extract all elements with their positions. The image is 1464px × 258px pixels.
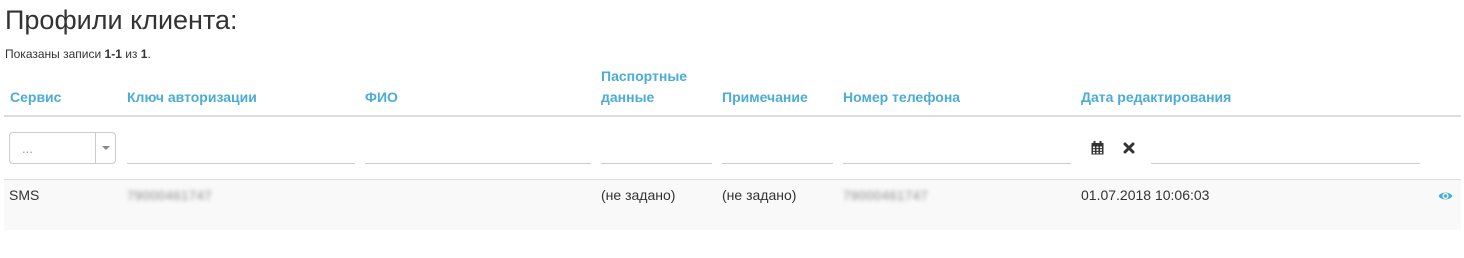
sort-auth-key-link[interactable]: Ключ авторизации xyxy=(127,89,257,105)
auth-key-filter-input[interactable] xyxy=(127,137,355,164)
auth-key-value: 79000461747 xyxy=(127,187,213,203)
service-filter-value: ... xyxy=(22,140,33,156)
clear-icon[interactable] xyxy=(1113,135,1145,161)
sort-passport-link[interactable]: Паспортные данные xyxy=(601,68,687,105)
sort-edited-link[interactable]: Дата редактирования xyxy=(1081,89,1231,105)
fio-filter-input[interactable] xyxy=(365,137,591,164)
summary-range: 1-1 xyxy=(104,47,122,61)
edited-date-filter-input[interactable] xyxy=(1151,137,1420,164)
calendar-icon[interactable] xyxy=(1081,135,1113,161)
filter-row: ... xyxy=(4,116,1461,179)
sort-fio-link[interactable]: ФИО xyxy=(365,89,398,105)
header-edited[interactable]: Дата редактирования xyxy=(1076,66,1425,117)
filter-auth-key-cell xyxy=(122,116,360,179)
filter-actions-cell xyxy=(1425,116,1461,179)
summary-suffix: . xyxy=(147,47,151,61)
summary-middle: из xyxy=(121,47,141,61)
header-passport-line2: данные xyxy=(601,89,655,105)
cell-actions xyxy=(1425,178,1461,230)
cell-passport: (не задано) xyxy=(596,178,717,230)
note-filter-input[interactable] xyxy=(722,137,833,164)
header-note[interactable]: Примечание xyxy=(717,66,838,117)
header-actions xyxy=(1425,66,1461,117)
profiles-table: Сервис Ключ авторизации ФИО Паспортные да… xyxy=(4,66,1461,230)
filter-note-cell xyxy=(717,116,838,179)
phone-value: 79000461747 xyxy=(843,187,929,203)
cell-note: (не задано) xyxy=(717,178,838,230)
table-row: SMS 79000461747 (не задано) (не задано) … xyxy=(4,178,1461,230)
chevron-down-icon[interactable] xyxy=(95,132,115,163)
header-service[interactable]: Сервис xyxy=(4,66,122,117)
summary-prefix: Показаны записи xyxy=(5,47,105,61)
passport-filter-input[interactable] xyxy=(601,137,712,164)
sort-note-link[interactable]: Примечание xyxy=(722,89,808,105)
cell-phone: 79000461747 xyxy=(838,178,1076,230)
header-phone[interactable]: Номер телефона xyxy=(838,66,1076,117)
records-summary: Показаны записи 1-1 из 1. xyxy=(5,47,151,61)
service-filter-select[interactable]: ... xyxy=(9,131,116,164)
header-row: Сервис Ключ авторизации ФИО Паспортные да… xyxy=(4,66,1461,117)
client-profiles-page: Профили клиента: Показаны записи 1-1 из … xyxy=(0,0,1464,258)
phone-filter-input[interactable] xyxy=(843,137,1071,164)
filter-passport-cell xyxy=(596,116,717,179)
header-passport-line1: Паспортные xyxy=(601,68,688,84)
filter-edited-cell xyxy=(1076,116,1425,179)
header-passport[interactable]: Паспортные данные xyxy=(596,66,717,117)
filter-fio-cell xyxy=(360,116,596,179)
header-auth-key[interactable]: Ключ авторизации xyxy=(122,66,360,117)
cell-edited: 01.07.2018 10:06:03 xyxy=(1076,178,1425,230)
eye-icon[interactable] xyxy=(1438,187,1453,205)
page-title: Профили клиента: xyxy=(5,5,238,35)
cell-auth-key: 79000461747 xyxy=(122,178,360,230)
sort-service-link[interactable]: Сервис xyxy=(10,89,61,105)
filter-service-cell: ... xyxy=(4,116,122,179)
cell-fio xyxy=(360,178,596,230)
sort-phone-link[interactable]: Номер телефона xyxy=(843,89,960,105)
filter-phone-cell xyxy=(838,116,1076,179)
cell-service: SMS xyxy=(4,178,122,230)
header-fio[interactable]: ФИО xyxy=(360,66,596,117)
date-filter-group xyxy=(1081,132,1420,164)
